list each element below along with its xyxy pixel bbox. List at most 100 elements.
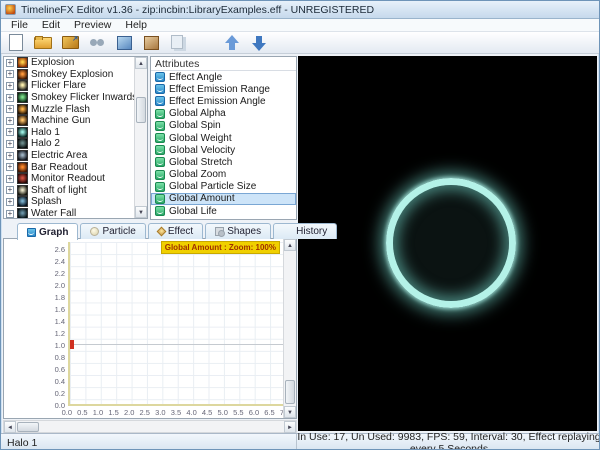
x-tick: 0.5 — [75, 408, 91, 417]
tree-scrollbar[interactable]: ▲ ▼ — [134, 57, 147, 218]
tab[interactable]: Particle — [80, 223, 145, 239]
library-item[interactable]: + Bar Readout — [4, 161, 134, 173]
attribute-item[interactable]: Global Velocity — [151, 144, 296, 156]
x-tick: 1.0 — [90, 408, 106, 417]
effect-name: Muzzle Flash — [31, 104, 90, 115]
expand-icon[interactable]: + — [6, 198, 14, 206]
effect-name: Bar Readout — [31, 162, 87, 173]
library-item[interactable]: + Machine Gun — [4, 115, 134, 127]
attribute-item[interactable]: Global Spin — [151, 120, 296, 132]
expand-icon[interactable]: + — [6, 105, 14, 113]
library-item[interactable]: + Halo 1 — [4, 127, 134, 139]
attribute-item[interactable]: Effect Emission Angle — [151, 95, 296, 107]
expand-icon[interactable]: + — [6, 117, 14, 125]
attribute-graph-icon — [155, 206, 165, 216]
attribute-name: Effect Emission Range — [169, 84, 270, 95]
menu-item[interactable]: File — [4, 19, 35, 31]
open-library-icon[interactable] — [33, 34, 53, 52]
scrollbar-thumb[interactable] — [285, 380, 295, 404]
effect-name: Smokey Explosion — [31, 69, 113, 80]
effect-name: Electric Area — [31, 150, 87, 161]
expand-icon[interactable]: + — [6, 128, 14, 136]
y-tick: 2.4 — [44, 257, 65, 267]
graph-horizontal-scrollbar[interactable]: ◄ ► — [3, 420, 297, 433]
expand-icon[interactable]: + — [6, 186, 14, 194]
library-item[interactable]: + Smokey Explosion — [4, 69, 134, 81]
scroll-up-icon[interactable]: ▲ — [135, 57, 147, 69]
menu-item[interactable]: Preview — [67, 19, 118, 31]
library-item[interactable]: + Smokey Flicker Inwards 2 — [4, 92, 134, 104]
copy-box-icon[interactable] — [114, 34, 134, 52]
attribute-item[interactable]: Global Amount — [151, 193, 296, 205]
y-tick: 1.4 — [44, 317, 65, 327]
y-tick: 2.6 — [44, 245, 65, 255]
tab[interactable]: Effect — [148, 223, 203, 239]
scroll-down-icon[interactable]: ▼ — [135, 206, 147, 218]
graph-panel: Global Amount : Zoom: 100% 2.62.42.22.01… — [3, 238, 297, 419]
attribute-item[interactable]: Global Alpha — [151, 108, 296, 120]
library-item[interactable]: + Splash — [4, 196, 134, 208]
effect-thumbnail — [17, 92, 28, 103]
attribute-item[interactable]: Global Weight — [151, 132, 296, 144]
find-icon[interactable] — [87, 34, 107, 52]
new-effect-icon[interactable] — [6, 34, 26, 52]
value-line — [70, 344, 286, 345]
y-tick: 0.8 — [44, 353, 65, 363]
attribute-name: Global Spin — [169, 120, 221, 131]
attribute-item[interactable]: Global Zoom — [151, 169, 296, 181]
library-item[interactable]: + Flicker Flare — [4, 80, 134, 92]
scrollbar-thumb[interactable] — [17, 422, 39, 432]
attribute-item[interactable]: Global Particle Size — [151, 181, 296, 193]
library-item[interactable]: + Water Fall — [4, 208, 134, 219]
scroll-down-icon[interactable]: ▼ — [284, 406, 296, 418]
expand-icon[interactable]: + — [6, 163, 14, 171]
move-down-icon[interactable] — [249, 34, 269, 52]
expand-icon[interactable]: + — [6, 94, 14, 102]
title-bar: TimelineFX Editor v1.36 - zip:incbin:Lib… — [1, 1, 600, 19]
expand-icon[interactable]: + — [6, 175, 14, 183]
scroll-right-icon[interactable]: ► — [284, 421, 296, 433]
duplicate-icon[interactable] — [168, 34, 188, 52]
scroll-left-icon[interactable]: ◄ — [4, 421, 16, 433]
menu-item[interactable]: Edit — [35, 19, 67, 31]
library-item[interactable]: + Explosion — [4, 57, 134, 69]
expand-icon[interactable]: + — [6, 70, 14, 78]
paste-box-icon[interactable] — [141, 34, 161, 52]
attribute-item[interactable]: Effect Angle — [151, 71, 296, 83]
delete-icon[interactable] — [195, 34, 215, 52]
graph-plot-area[interactable] — [68, 242, 286, 406]
toolbar — [1, 32, 600, 54]
import-library-icon[interactable] — [60, 34, 80, 52]
x-tick: 4.5 — [199, 408, 215, 417]
x-tick: 3.0 — [153, 408, 169, 417]
attribute-item[interactable]: Global Stretch — [151, 156, 296, 168]
expand-icon[interactable]: + — [6, 82, 14, 90]
effect-preview[interactable] — [298, 56, 597, 431]
graph-info-badge: Global Amount : Zoom: 100% — [161, 241, 280, 254]
scrollbar-thumb[interactable] — [136, 97, 146, 123]
library-item[interactable]: + Monitor Readout — [4, 173, 134, 185]
effect-name: Splash — [31, 196, 62, 207]
graph-point[interactable] — [70, 340, 74, 349]
effect-name: Monitor Readout — [31, 173, 105, 184]
tab[interactable]: Shapes — [205, 223, 271, 239]
library-item[interactable]: + Electric Area — [4, 150, 134, 162]
attribute-graph-icon — [155, 194, 165, 204]
graph-vertical-scrollbar[interactable]: ▲ ▼ — [283, 239, 296, 418]
expand-icon[interactable]: + — [6, 152, 14, 160]
attribute-item[interactable]: Global Life — [151, 205, 296, 217]
tab[interactable]: History — [273, 223, 337, 239]
menu-item[interactable]: Help — [118, 19, 154, 31]
expand-icon[interactable]: + — [6, 210, 14, 218]
library-item[interactable]: + Shaft of light — [4, 185, 134, 197]
expand-icon[interactable]: + — [6, 140, 14, 148]
tab[interactable]: Graph — [17, 223, 78, 240]
scroll-up-icon[interactable]: ▲ — [284, 239, 296, 251]
library-item[interactable]: + Halo 2 — [4, 138, 134, 150]
x-tick: 5.0 — [215, 408, 231, 417]
move-up-icon[interactable] — [222, 34, 242, 52]
effect-name: Halo 2 — [31, 138, 60, 149]
library-item[interactable]: + Muzzle Flash — [4, 103, 134, 115]
expand-icon[interactable]: + — [6, 59, 14, 67]
attribute-item[interactable]: Effect Emission Range — [151, 83, 296, 95]
